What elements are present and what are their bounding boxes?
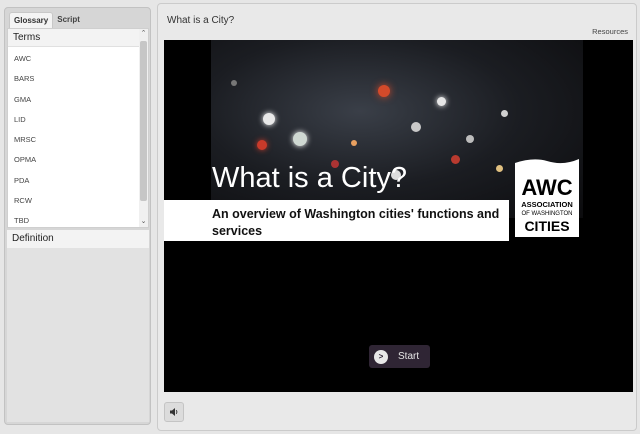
logo-text-association: ASSOCIATION [521, 200, 573, 209]
definition-body [7, 248, 149, 422]
sound-button[interactable] [164, 402, 184, 422]
start-button[interactable]: > Start [369, 345, 430, 368]
tab-glossary[interactable]: Glossary [9, 12, 54, 29]
definition-header: Definition [7, 230, 149, 248]
term-item-tbd[interactable]: TBD [8, 209, 142, 229]
logo-text-of-washington: OF WASHINGTON [522, 211, 573, 217]
slide-subtitle: An overview of Washington cities' functi… [212, 207, 500, 238]
term-item-awc[interactable]: AWC [8, 47, 142, 67]
scrollbar-thumb[interactable] [140, 41, 147, 201]
page-title: What is a City? [167, 15, 235, 26]
speaker-icon [170, 408, 178, 416]
term-item-gma[interactable]: GMA [8, 88, 142, 108]
tab-script[interactable]: Script [53, 12, 84, 29]
chevron-up-icon[interactable]: ⌃ [139, 29, 148, 39]
play-arrow-icon: > [374, 349, 388, 364]
term-item-lid[interactable]: LID [8, 108, 142, 128]
chevron-down-icon[interactable]: ⌄ [139, 217, 148, 227]
start-button-label: Start [398, 351, 420, 362]
term-item-mrsc[interactable]: MRSC [8, 128, 142, 148]
resources-link[interactable]: Resources [592, 27, 628, 36]
terms-header: Terms [8, 29, 148, 47]
term-item-rcw[interactable]: RCW [8, 189, 142, 209]
glossary-sidebar: Glossary Script Terms AWC BARS GMA LID M… [4, 7, 151, 425]
terms-list: AWC BARS GMA LID MRSC OPMA PDA RCW TBD [8, 47, 142, 230]
logo-text-cities: CITIES [524, 218, 569, 234]
slide-title: What is a City? [212, 162, 407, 194]
terms-panel: Terms AWC BARS GMA LID MRSC OPMA PDA RCW… [7, 28, 149, 228]
term-item-opma[interactable]: OPMA [8, 148, 142, 168]
main-panel: What is a City? Resources What is a City… [157, 3, 637, 431]
term-item-pda[interactable]: PDA [8, 169, 142, 189]
logo-text-awc: AWC [521, 175, 572, 200]
sidebar-tabs: Glossary Script [9, 12, 84, 29]
terms-scrollbar[interactable]: ⌃ ⌄ [139, 29, 148, 227]
slide-stage: What is a City? An overview of Washingto… [164, 40, 633, 392]
term-item-bars[interactable]: BARS [8, 67, 142, 87]
awc-logo: AWC ASSOCIATION OF WASHINGTON CITIES [515, 159, 579, 237]
